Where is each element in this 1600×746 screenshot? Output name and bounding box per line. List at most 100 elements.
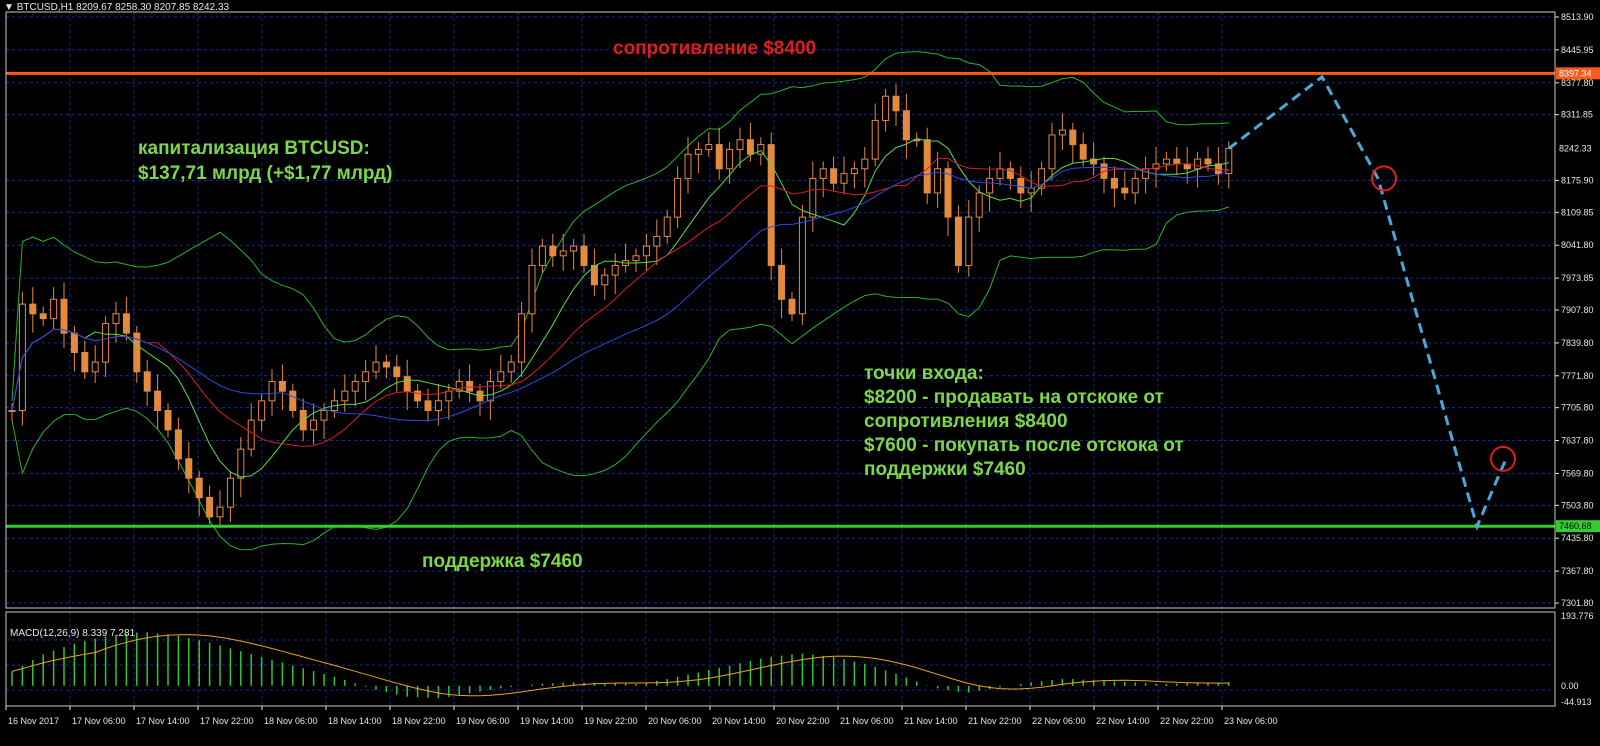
candle-body	[486, 380, 494, 402]
candle-body	[965, 216, 973, 266]
time-tick-label: 19 Nov 22:00	[584, 716, 638, 726]
time-tick-label: 23 Nov 06:00	[1224, 716, 1278, 726]
candle-body	[8, 409, 16, 412]
candle-body	[705, 144, 713, 150]
candle-body	[559, 250, 567, 257]
candle-body	[289, 390, 297, 411]
candle-body	[1204, 158, 1212, 165]
candle-body	[611, 264, 619, 276]
candle-body	[944, 168, 952, 218]
time-tick-label: 20 Nov 06:00	[648, 716, 702, 726]
sell-target-circle	[1371, 165, 1397, 192]
candle-body	[882, 95, 890, 121]
price-tick-label: 7367.80	[1561, 566, 1594, 576]
candle-body	[39, 313, 47, 320]
forecast-path[interactable]	[1227, 74, 1516, 531]
candle-body	[70, 332, 78, 353]
candle-body	[403, 376, 411, 392]
candle-body	[393, 366, 401, 378]
candle-body	[1079, 144, 1087, 160]
candle-body	[1131, 177, 1139, 194]
candle-body	[424, 400, 432, 411]
candle-body	[310, 419, 318, 431]
candle-body	[663, 216, 671, 237]
candle-body	[112, 313, 120, 324]
candle-body	[642, 245, 650, 257]
time-tick-label: 20 Nov 14:00	[712, 716, 766, 726]
candle-body	[195, 477, 203, 499]
candle-body	[164, 409, 172, 431]
candle-body	[538, 245, 546, 266]
candle-body	[986, 177, 994, 194]
cap-line-2: $137,71 млрд (+$1,77 млрд)	[138, 163, 393, 184]
macd-tick-label: -44.913	[1561, 697, 1592, 707]
last-price-tag: 8242.33	[1559, 143, 1592, 153]
candle-body	[206, 497, 214, 518]
support-annotation: поддержка $7460	[422, 551, 583, 572]
resistance-price-tag: 8397.34	[1559, 68, 1592, 78]
price-tick-label: 8175.90	[1561, 175, 1594, 185]
candle-body	[1142, 168, 1150, 179]
time-tick-label: 18 Nov 06:00	[264, 716, 318, 726]
candle-body	[684, 153, 692, 179]
time-tick-label: 19 Nov 06:00	[456, 716, 510, 726]
entry-line-3: $7600 - покупать после отскока от	[864, 435, 1184, 456]
candle-body	[1173, 158, 1181, 165]
candle-body	[91, 361, 99, 373]
candle-body	[497, 371, 505, 382]
time-tick-label: 18 Nov 14:00	[328, 716, 382, 726]
chart-grid	[5, 12, 1555, 706]
macd-tick-label: 0.00	[1561, 681, 1579, 691]
candle-body	[819, 168, 827, 179]
price-tick-label: 7907.80	[1561, 305, 1594, 315]
candle-body	[840, 173, 848, 184]
entry-line-4: поддержки $7460	[864, 459, 1026, 480]
candle-body	[143, 371, 151, 392]
candle-body	[1027, 187, 1035, 194]
bollinger-upper	[11, 51, 1229, 401]
price-tick-label: 7637.80	[1561, 436, 1594, 446]
price-tick-label: 8445.95	[1561, 45, 1594, 55]
candle-body	[798, 216, 806, 315]
resistance-annotation: сопротивление $8400	[613, 38, 817, 59]
time-tick-label: 16 Nov 2017	[8, 716, 59, 726]
time-tick-label: 22 Nov 22:00	[1160, 716, 1214, 726]
candle-body	[570, 245, 578, 252]
entry-points-annotation: точки входа: $8200 - продавать на отскок…	[864, 362, 1184, 482]
candle-body	[1058, 129, 1066, 136]
candle-body	[466, 380, 474, 392]
candle-body	[1121, 187, 1129, 194]
price-axis[interactable]: 8513.908445.958377.808311.858175.908109.…	[1555, 12, 1600, 707]
candle-body	[892, 95, 900, 112]
entry-title: точки входа:	[864, 363, 984, 384]
candle-body	[1162, 158, 1170, 165]
symbol-header[interactable]: ▼ BTCUSD,H1 8209.67 8258.30 8207.85 8242…	[4, 2, 229, 13]
cap-line-1: капитализация BTCUSD:	[138, 138, 370, 159]
support-price-tag: 7460.68	[1559, 521, 1592, 531]
price-tick-label: 7771.80	[1561, 371, 1594, 381]
candle-body	[102, 322, 110, 363]
triangle-down-icon[interactable]: ▼	[4, 2, 14, 13]
candle-body	[50, 298, 58, 320]
time-tick-label: 22 Nov 06:00	[1032, 716, 1086, 726]
time-axis[interactable]: 16 Nov 2017 17 Nov 06:00 17 Nov 14:00 17 No…	[5, 706, 1278, 726]
price-tick-label: 8311.85	[1561, 110, 1593, 120]
price-tick-label: 7973.85	[1561, 273, 1594, 283]
candle-body	[216, 506, 224, 518]
ohlc-values: 8209.67 8258.30 8207.85 8242.33	[76, 2, 230, 13]
candle-body	[174, 429, 182, 460]
candle-body	[528, 264, 536, 315]
price-tick-label: 7569.80	[1561, 468, 1594, 478]
candle-body	[60, 298, 68, 334]
time-tick-label: 17 Nov 06:00	[72, 716, 126, 726]
candle-body	[778, 264, 786, 300]
candle-body	[694, 148, 702, 155]
candle-body	[351, 380, 359, 392]
macd-header: MACD(12,26,9) 8.339 7.281	[10, 628, 136, 639]
candle-body	[549, 245, 557, 257]
price-tick-label: 7705.80	[1561, 403, 1594, 413]
price-chart[interactable]: 8513.908445.958377.808311.858175.908109.…	[0, 0, 1600, 746]
price-tick-label: 7503.80	[1561, 500, 1594, 510]
macd-panel-border	[5, 611, 1556, 707]
time-tick-label: 17 Nov 22:00	[200, 716, 254, 726]
